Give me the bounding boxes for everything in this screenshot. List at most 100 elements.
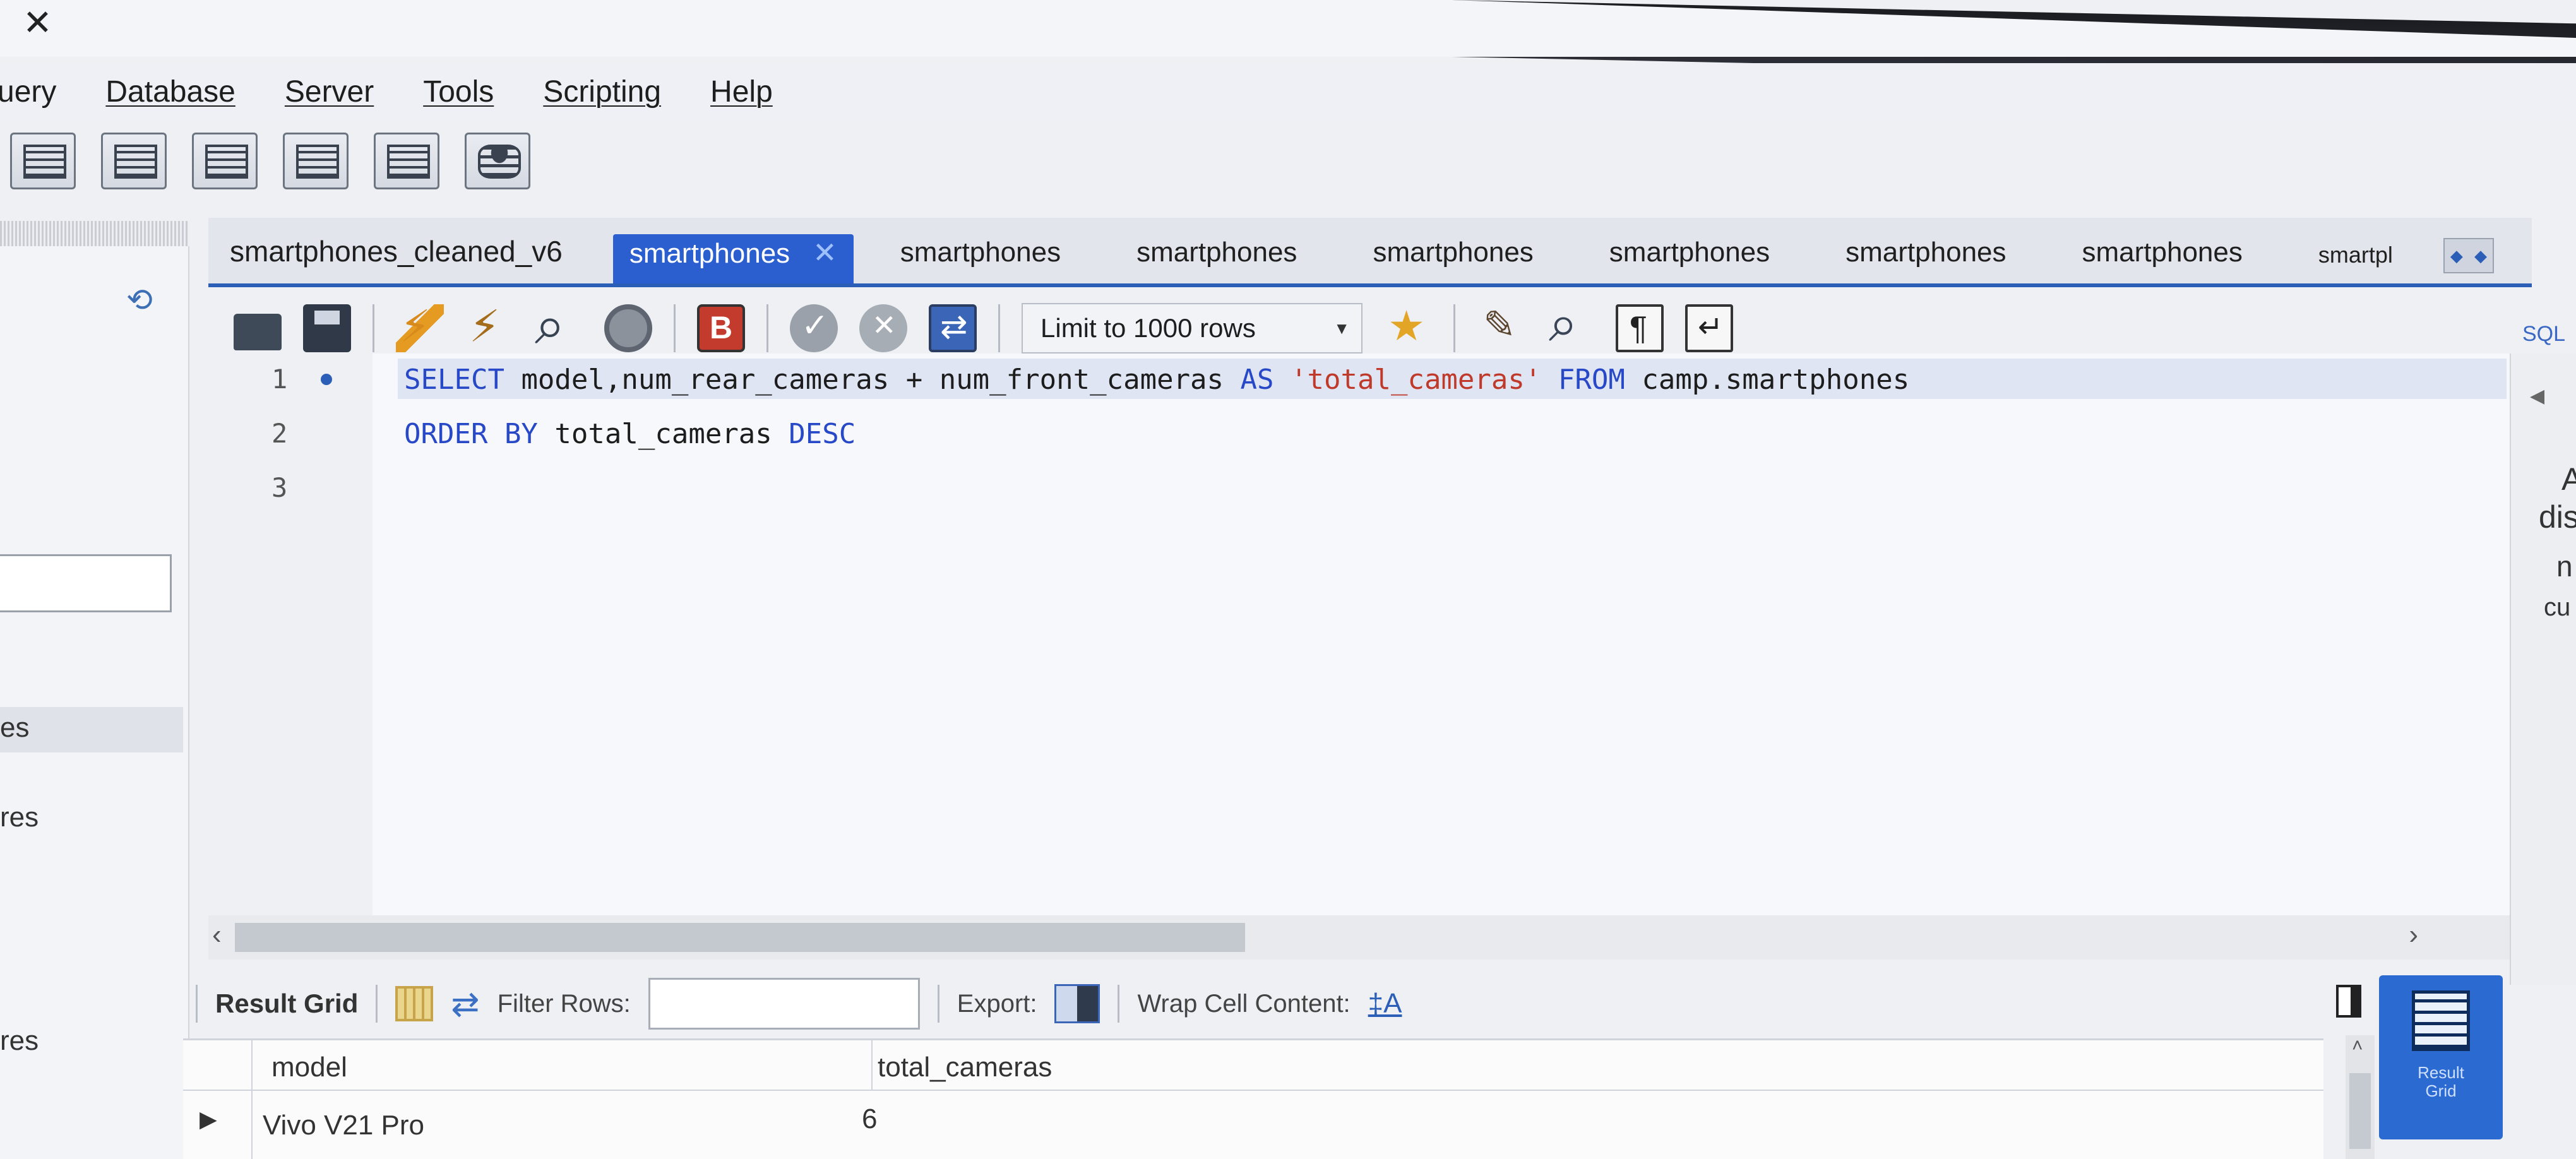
result-grid-side-button[interactable]: Result Grid xyxy=(2379,975,2503,1139)
tab-smartphones-cleaned-v6[interactable]: smartphones_cleaned_v6 xyxy=(208,218,588,283)
result-grid-tab[interactable]: Result Grid xyxy=(215,989,358,1019)
navigator-label[interactable]: res xyxy=(0,1025,39,1057)
autocommit-toggle-icon[interactable] xyxy=(929,304,977,352)
chevron-left-icon[interactable]: ‹ xyxy=(212,919,222,951)
invisible-chars-icon[interactable] xyxy=(1616,304,1664,352)
title-bar: ✕ xyxy=(0,0,2576,57)
help-text-fragment: dis xyxy=(2539,499,2576,535)
explain-icon[interactable] xyxy=(535,294,583,358)
scrollbar-thumb[interactable] xyxy=(2349,1073,2371,1149)
execute-icon[interactable] xyxy=(396,300,444,352)
menu-tools[interactable]: Tools xyxy=(423,74,494,109)
menu-scripting[interactable]: Scripting xyxy=(543,74,661,109)
main-toolbar xyxy=(10,126,530,196)
tab-smartphones[interactable]: smartphones xyxy=(875,218,1086,283)
tab-smartphones[interactable]: smartphones xyxy=(1111,218,1322,283)
navigator-label[interactable]: res xyxy=(0,802,39,833)
schema-inspector-icon[interactable] xyxy=(374,133,439,189)
commit-icon[interactable] xyxy=(790,304,838,352)
chevron-up-icon[interactable]: ˄ xyxy=(2352,1035,2363,1057)
find-icon[interactable] xyxy=(1546,294,1594,354)
inspect-icon[interactable] xyxy=(192,133,258,189)
sql-editor[interactable]: 1 2 3 SELECT model,num_rear_cameras + nu… xyxy=(208,354,2513,922)
code-line-2[interactable]: ORDER BY total_cameras DESC xyxy=(404,418,856,450)
tab-smartphones-active[interactable]: smartphones ✕ xyxy=(612,234,854,283)
limit-rows-value: Limit to 1000 rows xyxy=(1041,313,1256,343)
beautify-icon[interactable] xyxy=(1477,302,1525,352)
open-file-icon[interactable] xyxy=(234,314,282,350)
sql-keyword: AS xyxy=(1240,364,1274,396)
grid-vertical-scrollbar[interactable]: ˄ xyxy=(2346,1035,2375,1159)
chevron-left-icon[interactable]: ◆ xyxy=(2450,246,2463,266)
create-table-icon[interactable] xyxy=(283,133,349,189)
line-number: 3 xyxy=(271,472,288,503)
word-wrap-icon[interactable] xyxy=(1685,304,1733,352)
grid-header xyxy=(183,1040,2323,1091)
save-icon[interactable] xyxy=(303,304,351,352)
filter-rows-label: Filter Rows: xyxy=(497,989,631,1018)
menu-query[interactable]: uery xyxy=(0,74,56,109)
execute-current-icon[interactable] xyxy=(465,300,513,352)
panel-toggle-icon[interactable] xyxy=(2336,985,2361,1018)
refresh-icon[interactable]: ⇄ xyxy=(451,984,479,1024)
navigator-label[interactable]: es xyxy=(0,712,29,744)
tab-smartphones[interactable]: smartphones xyxy=(1347,218,1558,283)
tab-smartphones-truncated[interactable]: smartpl xyxy=(2293,218,2418,283)
column-divider[interactable] xyxy=(871,1040,873,1091)
wrap-cell-icon[interactable]: ‡A xyxy=(1368,988,1402,1019)
tab-scroll-arrows[interactable]: ◆ ◆ xyxy=(2443,238,2494,273)
chevron-right-icon[interactable]: ◆ xyxy=(2474,246,2487,266)
sql-text: model,num_rear_cameras + num_front_camer… xyxy=(504,364,1241,396)
toolbar-separator xyxy=(373,304,374,352)
panel-grip[interactable] xyxy=(0,221,189,246)
cell-model[interactable]: Vivo V21 Pro xyxy=(263,1110,424,1141)
sql-keyword: ORDER BY xyxy=(404,418,538,450)
stop-icon[interactable] xyxy=(604,304,652,352)
line-number: 2 xyxy=(271,418,288,449)
column-header-model[interactable]: model xyxy=(271,1052,347,1083)
editor-tab-bar: smartphones_cleaned_v6 smartphones ✕ smar… xyxy=(208,218,2532,287)
sql-keyword: SELECT xyxy=(404,364,504,396)
new-sql-tab-icon[interactable] xyxy=(10,133,76,189)
stop-on-error-icon[interactable] xyxy=(697,304,745,352)
snippet-star-icon[interactable] xyxy=(1384,302,1432,352)
close-icon[interactable]: ✕ xyxy=(813,235,837,270)
schema-filter-input[interactable] xyxy=(0,554,172,612)
reconnect-icon[interactable] xyxy=(465,133,530,189)
toolbar-separator xyxy=(376,985,378,1023)
editor-horizontal-scrollbar[interactable]: ‹ › xyxy=(208,915,2513,960)
column-header-total-cameras[interactable]: total_cameras xyxy=(878,1052,1052,1083)
filter-rows-input[interactable] xyxy=(648,978,920,1030)
sql-string: 'total_cameras' xyxy=(1291,364,1542,396)
result-toolbar: Result Grid ⇄ Filter Rows: Export: Wrap … xyxy=(196,975,1402,1032)
tab-smartphones[interactable]: smartphones xyxy=(2057,218,2268,283)
wrap-cell-label: Wrap Cell Content: xyxy=(1137,989,1351,1018)
code-line-1[interactable]: SELECT model,num_rear_cameras + num_fron… xyxy=(404,364,1909,396)
limit-rows-select[interactable]: Limit to 1000 rows ▼ xyxy=(1022,303,1363,354)
tab-smartphones[interactable]: smartphones xyxy=(1584,218,1795,283)
menu-help[interactable]: Help xyxy=(710,74,773,109)
tab-smartphones[interactable]: smartphones xyxy=(1820,218,2031,283)
menu-database[interactable]: Database xyxy=(105,74,235,109)
grid-icon[interactable] xyxy=(395,986,434,1021)
chevron-left-icon[interactable]: ◀ xyxy=(2530,385,2544,407)
line-number: 1 xyxy=(271,364,288,395)
sql-keyword: FROM xyxy=(1558,364,1625,396)
toolbar-separator xyxy=(998,304,1000,352)
toolbar-separator xyxy=(766,304,768,352)
scrollbar-thumb[interactable] xyxy=(235,923,1245,952)
menu-server[interactable]: Server xyxy=(285,74,374,109)
result-grid-side-label: Result Grid xyxy=(2418,1063,2464,1100)
sql-additions-label[interactable]: SQL xyxy=(2522,322,2565,347)
open-sql-icon[interactable] xyxy=(101,133,167,189)
rollback-icon[interactable] xyxy=(859,304,907,352)
result-grid[interactable]: model total_cameras ▶ Vivo V21 Pro 6 xyxy=(183,1038,2323,1159)
chevron-right-icon[interactable]: › xyxy=(2409,919,2418,951)
close-icon[interactable]: ✕ xyxy=(23,5,52,40)
refresh-icon[interactable]: ⟲ xyxy=(126,282,153,318)
sql-text: camp.smartphones xyxy=(1625,364,1910,396)
cell-total-cameras[interactable]: 6 xyxy=(862,1103,877,1135)
line-gutter xyxy=(208,354,373,922)
export-icon[interactable] xyxy=(1054,984,1100,1023)
